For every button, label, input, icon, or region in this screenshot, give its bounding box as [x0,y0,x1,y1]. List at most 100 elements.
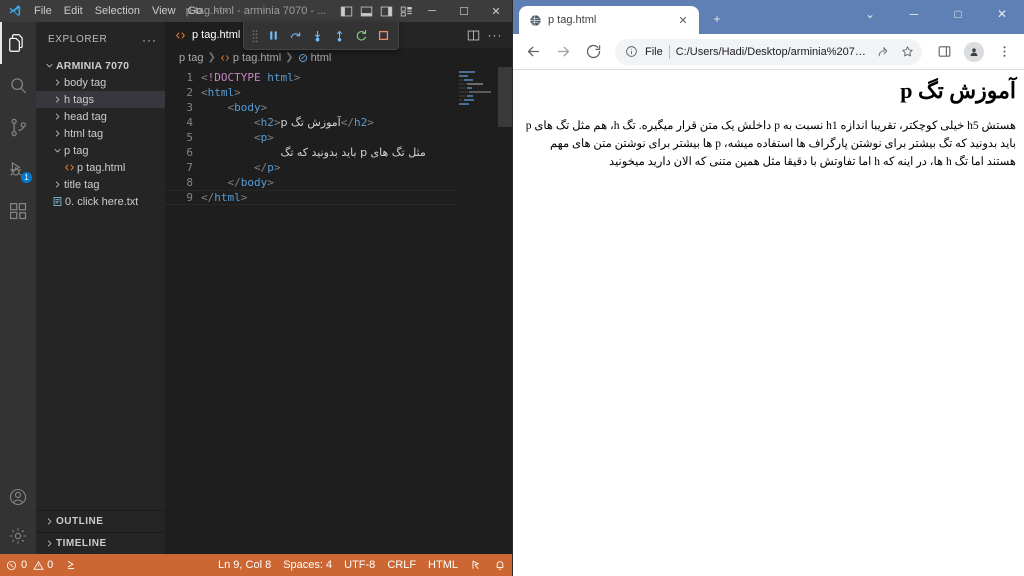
breadcrumb-folder[interactable]: p tag [179,52,203,64]
tree-item-head-tag[interactable]: head tag [36,108,165,125]
line-number: 3 [186,101,193,114]
tree-item-p-tag[interactable]: p tag [36,142,165,159]
drag-handle-icon[interactable] [248,27,262,45]
activity-search[interactable] [0,64,36,106]
back-icon[interactable] [519,38,547,66]
url-text[interactable]: C:/Users/Hadi/Desktop/arminia%207070/p%2… [676,46,866,58]
customize-layout-icon[interactable] [396,0,416,22]
activity-explorer[interactable] [0,22,36,64]
status-bell-icon[interactable] [488,554,512,576]
close-icon[interactable]: ✕ [675,12,691,28]
tree-item-label: p tag.html [77,161,126,174]
editor-more-actions-icon[interactable]: ··· [484,22,506,48]
activity-extensions[interactable] [0,190,36,232]
restart-icon[interactable] [350,24,372,48]
chrome-tab[interactable]: p tag.html ✕ [519,6,699,34]
menu-bar: File Edit Selection View Go ··· [28,0,234,22]
star-icon[interactable] [896,41,918,63]
editor-tab-p-tag-html[interactable]: p tag.html [165,22,250,48]
editor-tab-actions: ··· [462,22,512,48]
chevron-right-icon [50,129,64,138]
activity-bar: 1 [0,22,36,554]
explorer-more-icon[interactable]: ··· [142,33,157,47]
panel-left-icon[interactable] [336,0,356,22]
profile-avatar-icon[interactable] [960,38,988,66]
chrome-close-button[interactable]: ✕ [980,0,1024,28]
vscode-logo-icon [0,4,28,19]
window-minimize-button[interactable]: ─ [416,0,448,22]
panel-right-icon[interactable] [376,0,396,22]
tree-item-label: p tag [64,144,89,157]
titlebar-right-controls: ─ ☐ ✕ [336,0,512,22]
activity-source-control[interactable] [0,106,36,148]
new-tab-button[interactable]: + [703,5,731,33]
share-icon[interactable] [872,41,894,63]
html-file-icon [220,53,230,63]
activity-settings-gear[interactable] [0,518,36,554]
editor-vertical-scrollbar[interactable] [498,67,512,554]
status-feedback-icon[interactable] [464,554,488,576]
activity-accounts[interactable] [0,476,36,518]
chrome-maximize-button[interactable]: □ [936,0,980,28]
panel-timeline[interactable]: TIMELINE [36,532,165,554]
tree-item-h-tags[interactable]: h tags [36,91,165,108]
menu-view[interactable]: View [146,0,182,22]
menu-edit[interactable]: Edit [58,0,89,22]
chevron-right-icon [50,78,64,87]
chevron-right-icon [42,517,56,526]
tree-item-html-tag[interactable]: html tag [36,125,165,142]
menu-selection[interactable]: Selection [89,0,146,22]
breadcrumb-symbol[interactable]: html [298,52,331,64]
panel-bottom-icon[interactable] [356,0,376,22]
step-over-icon[interactable] [284,24,306,48]
three-dot-menu-icon[interactable] [990,38,1018,66]
info-circle-icon[interactable] [625,45,639,58]
explorer-sidebar: EXPLORER ··· ARMINIA 7070 body tag h tag… [36,22,165,554]
activity-run-and-debug[interactable]: 1 [0,148,36,190]
tree-item-body-tag[interactable]: body tag [36,74,165,91]
window-maximize-button[interactable]: ☐ [448,0,480,22]
breadcrumb-separator-icon: ❯ [285,52,294,63]
tree-item-title-tag[interactable]: title tag [36,176,165,193]
minimap[interactable] [456,67,498,554]
stop-icon[interactable] [372,24,394,48]
tree-item-label: title tag [64,178,100,191]
window-close-button[interactable]: ✕ [480,0,512,22]
chrome-tab-search-icon[interactable]: ⌄ [848,0,892,28]
chrome-minimize-button[interactable]: ─ [892,0,936,28]
status-language-mode[interactable]: HTML [422,554,464,576]
line-number: 5 [186,131,193,144]
tree-root-arminia-7070[interactable]: ARMINIA 7070 [36,57,165,74]
status-eol[interactable]: CRLF [381,554,422,576]
side-panel-icon[interactable] [930,38,958,66]
status-problems[interactable]: 0 0 [0,554,59,576]
tree-item-label: html tag [64,127,104,140]
pause-icon[interactable] [262,24,284,48]
step-into-icon[interactable] [306,24,328,48]
line-number: 1 [186,71,193,84]
tree-item-click-here-txt[interactable]: 0. click here.txt [36,193,165,210]
status-cursor-position[interactable]: Ln 9, Col 8 [212,554,277,576]
status-indentation[interactable]: Spaces: 4 [277,554,338,576]
breadcrumb-separator-icon: ❯ [207,52,216,63]
scrollbar-thumb[interactable] [498,67,512,127]
code-editor[interactable]: 1 2 3 4 5 6 7 8 9 <!DOCTYPE html> <html>… [165,67,512,554]
address-bar[interactable]: File C:/Users/Hadi/Desktop/arminia%20707… [615,38,922,65]
breadcrumb-file[interactable]: p tag.html [220,52,281,64]
step-out-icon[interactable] [328,24,350,48]
status-encoding[interactable]: UTF-8 [338,554,381,576]
menu-file[interactable]: File [28,0,58,22]
status-remote-window-icon[interactable] [59,554,83,576]
line-number: 6 [186,146,193,159]
reload-icon[interactable] [579,38,607,66]
menu-more-icon[interactable]: ··· [208,5,234,17]
chrome-tab-strip: p tag.html ✕ + ⌄ ─ □ ✕ [513,0,1024,34]
explorer-title: EXPLORER [48,34,108,45]
split-editor-icon[interactable] [462,22,484,48]
forward-icon[interactable] [549,38,577,66]
tree-item-p-tag-html[interactable]: p tag.html [36,159,165,176]
status-bar-left: 0 0 [0,554,83,576]
breadcrumb-label: p tag.html [232,51,282,64]
panel-outline[interactable]: OUTLINE [36,510,165,532]
menu-go[interactable]: Go [182,0,209,22]
